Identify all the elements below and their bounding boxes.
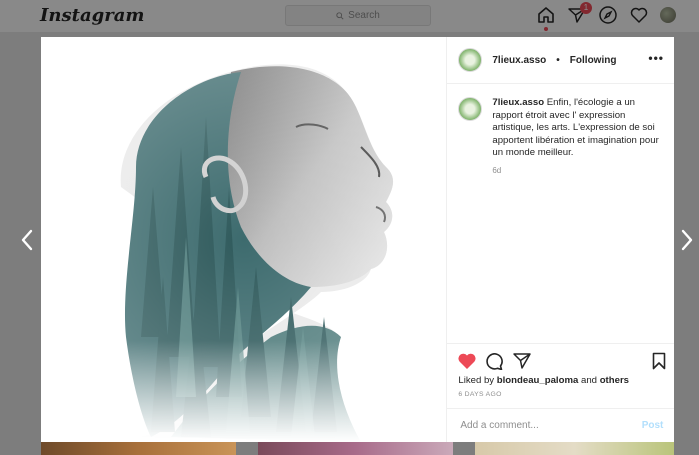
liked-by-others[interactable]: others [600,375,629,386]
like-heart-icon[interactable] [457,352,477,370]
caption-timestamp[interactable]: 6d [492,166,663,175]
comment-icon[interactable] [484,352,504,370]
post-image[interactable] [41,37,447,442]
liked-by-and: and [581,375,598,386]
comment-input[interactable] [458,419,633,432]
post-sidebar: 7lieux.asso • Following ••• 7lieux.asso … [446,37,675,443]
next-post-arrow-icon[interactable] [680,228,694,252]
comment-form: Post [447,408,675,442]
post-timestamp[interactable]: 6 DAYS AGO [458,391,501,398]
post-actions: Liked by blondeau_paloma and others 6 DA… [447,343,675,443]
grid-thumbnail[interactable] [41,442,236,455]
author-avatar[interactable] [458,48,483,72]
post-header: 7lieux.asso • Following [447,37,674,84]
share-icon[interactable] [512,352,532,370]
caption-body: 7lieux.asso Enfin, l'écologie a un rappo… [492,97,663,160]
following-button[interactable]: Following [570,55,617,66]
caption-avatar[interactable] [458,97,483,121]
grid-thumbnail[interactable] [475,442,674,455]
topbar-dim-overlay [0,0,699,32]
previous-post-arrow-icon[interactable] [20,228,34,252]
post-modal: 7lieux.asso • Following ••• 7lieux.asso … [41,37,675,443]
double-exposure-portrait-image [41,37,447,442]
author-username[interactable]: 7lieux.asso [492,55,546,66]
save-bookmark-icon[interactable] [652,352,666,370]
header-separator: • [556,54,560,66]
top-navigation-bar: Instagram Search 1 [0,0,699,32]
post-comment-button[interactable]: Post [642,420,664,431]
liked-by-line: Liked by blondeau_paloma and others [458,375,629,386]
post-caption: 7lieux.asso Enfin, l'écologie a un rappo… [458,97,663,175]
liked-by-username[interactable]: blondeau_paloma [497,375,579,386]
grid-thumbnail[interactable] [258,442,453,455]
liked-by-prefix: Liked by [458,375,495,386]
caption-username[interactable]: 7lieux.asso [492,97,544,108]
more-options-icon[interactable]: ••• [648,51,664,65]
